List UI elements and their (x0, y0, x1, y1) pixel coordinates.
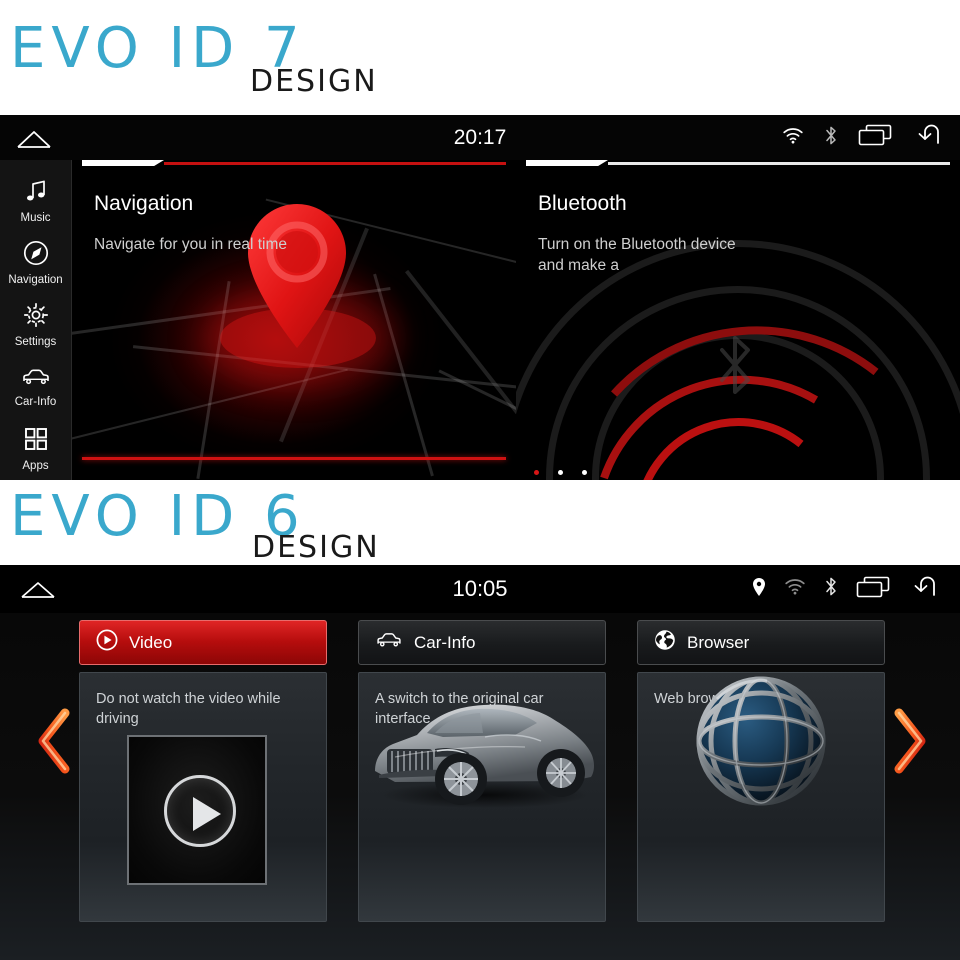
tab-rest-segment (608, 162, 950, 165)
location-pin-icon[interactable] (752, 577, 766, 602)
app-card-label: Browser (687, 632, 750, 652)
app-card-label: Video (129, 632, 173, 652)
bluetooth-glyph-icon (712, 332, 758, 403)
recent-apps-icon[interactable] (856, 576, 890, 603)
back-icon[interactable] (908, 575, 938, 604)
logo-subtitle-6: DESIGN (252, 530, 380, 565)
evo-id-7-screen: 20:17 Music Navigation Settings Car-Info… (0, 115, 960, 480)
sidebar-item-apps[interactable]: Apps (0, 418, 71, 480)
card-bottom-rule (82, 457, 506, 460)
status-bar-7: 20:17 (0, 115, 960, 160)
wifi-icon[interactable] (784, 578, 806, 600)
music-note-icon (23, 178, 49, 209)
brand-logo-evo-id-6: EVO ID 6 DESIGN (0, 480, 960, 565)
sidebar-item-car-info[interactable]: Car-Info (0, 356, 71, 418)
sidebar-item-label: Settings (14, 336, 57, 348)
status-icons-7 (782, 115, 942, 160)
sidebar-item-navigation[interactable]: Navigation (0, 232, 71, 294)
card-description: Navigate for you in real time (94, 236, 287, 253)
play-circle-icon (96, 629, 118, 656)
sidebar-item-label: Apps (22, 460, 49, 472)
logo-subtitle-7: DESIGN (250, 64, 378, 99)
app-card-label: Car-Info (414, 632, 476, 652)
recent-apps-icon[interactable] (858, 124, 892, 151)
page-dot[interactable] (582, 470, 587, 475)
tab-active-segment (82, 160, 164, 166)
sidebar-item-music[interactable]: Music (0, 170, 71, 232)
app-card-header[interactable]: Car-Info (358, 620, 606, 665)
tab-rest-segment (164, 162, 506, 165)
app-card-body: A switch to the original car interface (358, 672, 606, 922)
status-icons-6 (752, 565, 938, 613)
video-thumbnail-art (80, 735, 326, 895)
app-card-video[interactable]: Video Do not watch the video while drivi… (79, 620, 327, 922)
sidebar-item-label: Navigation (8, 274, 63, 286)
car-icon (21, 366, 51, 393)
sidebar-item-label: Car-Info (14, 396, 57, 408)
play-triangle-icon (193, 797, 221, 831)
chevron-right-icon[interactable] (886, 705, 932, 777)
car-icon (375, 630, 403, 655)
app-card-body: Do not watch the video while driving (79, 672, 327, 922)
bluetooth-icon[interactable] (824, 125, 838, 151)
page-root: EVO ID 7 DESIGN 20:17 Music Navigation S… (0, 0, 960, 960)
tab-active-segment (526, 160, 608, 166)
app-card-description: Do not watch the video while driving (96, 691, 281, 727)
card-bluetooth[interactable]: Bluetooth Turn on the Bluetooth device a… (516, 160, 960, 480)
globe-art (691, 673, 833, 815)
compass-icon (23, 240, 49, 271)
back-icon[interactable] (912, 123, 942, 152)
chevron-left-icon[interactable] (32, 705, 78, 777)
app-card-car-info[interactable]: Car-Info A switch to the original car in… (358, 620, 606, 922)
card-description: Turn on the Bluetooth device and make a (538, 236, 736, 274)
card-tab-indicator-navigation[interactable] (82, 160, 506, 166)
app-card-header[interactable]: Browser (637, 620, 885, 665)
status-bar-6: 10:05 (0, 565, 960, 613)
globe-icon (654, 629, 676, 656)
bluetooth-icon[interactable] (824, 576, 838, 602)
card-tab-indicator-bluetooth[interactable] (526, 160, 950, 166)
brand-logo-evo-id-7: EVO ID 7 DESIGN (0, 0, 960, 115)
sidebar-item-settings[interactable]: Settings (0, 294, 71, 356)
sidebar-item-label: Music (20, 212, 51, 224)
app-card-body: Web browsing (637, 672, 885, 922)
page-dot[interactable] (558, 470, 563, 475)
map-pin-icon (244, 202, 350, 352)
app-card-browser[interactable]: Browser Web browsing (637, 620, 885, 922)
play-button-circle[interactable] (164, 775, 236, 847)
card-title: Bluetooth (538, 192, 627, 215)
card-carousel-7: Navigation Navigate for you in real time (72, 160, 960, 480)
grid-apps-icon (23, 426, 49, 457)
wifi-icon[interactable] (782, 127, 804, 149)
card-navigation[interactable]: Navigation Navigate for you in real time (72, 160, 516, 480)
gear-icon (23, 302, 49, 333)
sidebar-7: Music Navigation Settings Car-Info Apps (0, 160, 72, 480)
app-card-header[interactable]: Video (79, 620, 327, 665)
page-dots[interactable] (534, 470, 587, 475)
card-title: Navigation (94, 192, 194, 215)
car-photo-art (365, 673, 601, 827)
video-thumb (127, 735, 267, 885)
page-dot-active[interactable] (534, 470, 539, 475)
